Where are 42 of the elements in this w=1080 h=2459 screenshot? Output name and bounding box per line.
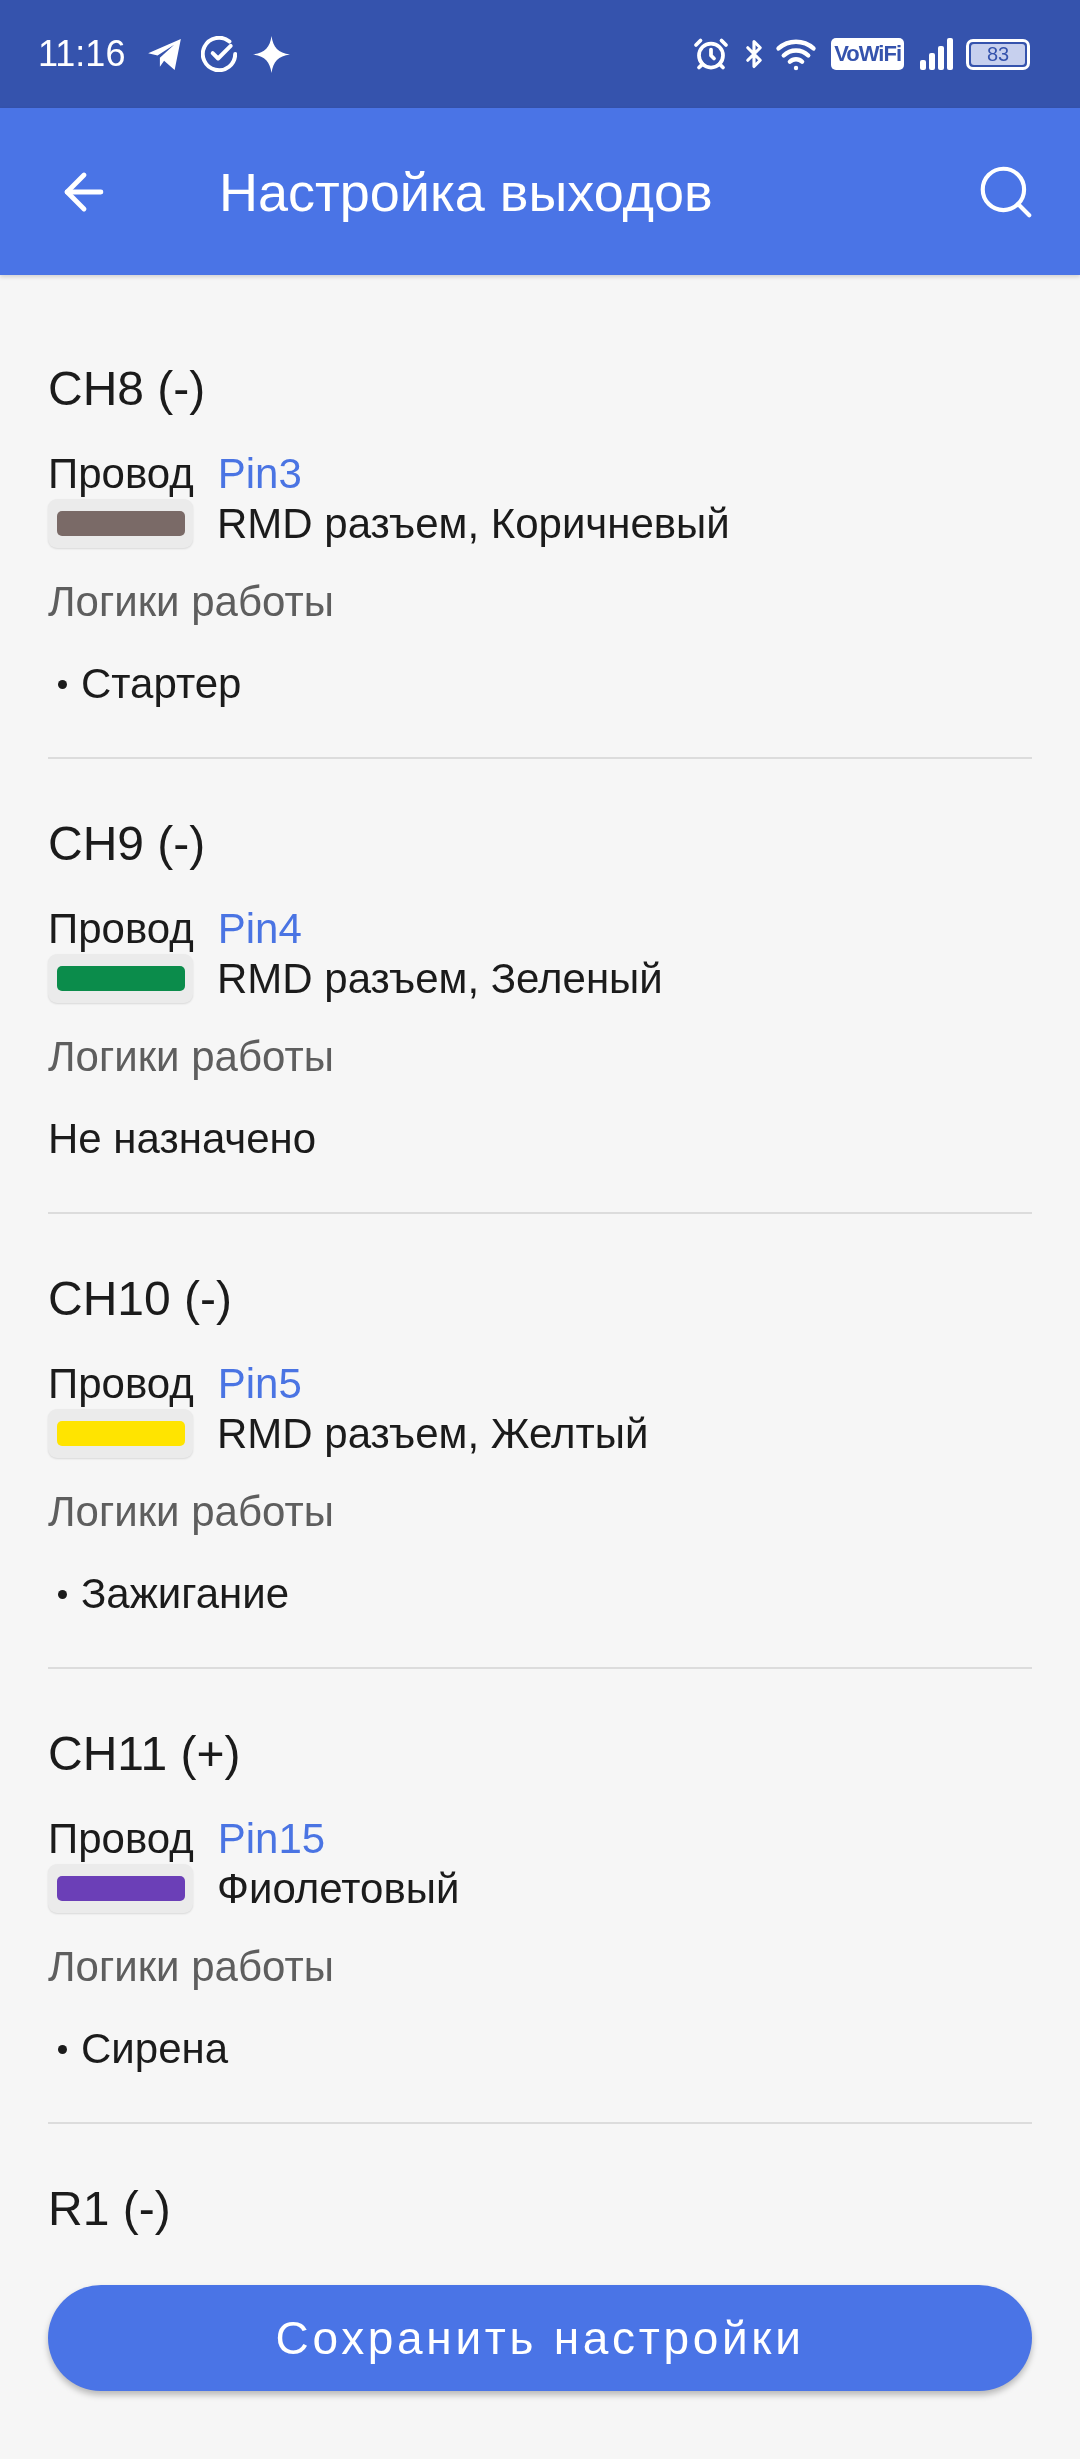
bullet-icon	[58, 2044, 67, 2054]
network-badge: VoWiFi	[831, 38, 904, 70]
logic-label: Логики работы	[48, 577, 335, 627]
channel-title: CH10 (-)	[48, 1271, 233, 1327]
signal-icon	[920, 38, 954, 70]
pin-link[interactable]: Pin15	[217, 1814, 326, 1864]
channel-title: R1 (-)	[48, 2181, 172, 2237]
status-time: 11:16	[38, 34, 126, 74]
check-circle-icon	[201, 36, 238, 72]
channel-title: CH8 (-)	[48, 361, 207, 417]
wire-label: Провод	[48, 904, 194, 954]
wire-description: RMD разъем, Зеленый	[217, 953, 663, 1004]
logic-label: Логики работы	[48, 1032, 335, 1082]
logic-item-text: Сирена	[81, 2024, 229, 2074]
color-swatch-icon	[48, 954, 193, 1003]
channel-title: CH9 (-)	[48, 816, 207, 872]
wire-description: Фиолетовый	[217, 1863, 460, 1914]
wire-label: Провод	[48, 1814, 194, 1864]
paper-plane-icon	[148, 38, 182, 70]
pin-link[interactable]: Pin4	[217, 904, 302, 954]
logic-label: Логики работы	[48, 1942, 335, 1992]
logic-label: Логики работы	[48, 1487, 335, 1537]
logic-item-text: Не назначено	[48, 1114, 317, 1164]
screen-title: Настройка выходов	[219, 160, 713, 224]
bullet-icon	[58, 679, 67, 689]
color-swatch-icon	[48, 1409, 193, 1458]
channel-title: CH11 (+)	[48, 1726, 242, 1782]
color-swatch-icon	[48, 499, 193, 548]
pin-link[interactable]: Pin3	[217, 449, 302, 499]
wire-description: RMD разъем, Коричневый	[217, 498, 730, 549]
logic-item-text: Стартер	[81, 659, 242, 709]
color-swatch-icon	[48, 1864, 193, 1913]
wire-label: Провод	[48, 1359, 194, 1409]
pin-link[interactable]: Pin5	[217, 1359, 302, 1409]
logic-item-text: Зажигание	[81, 1569, 290, 1619]
alarm-icon	[693, 36, 730, 72]
save-settings-button[interactable]: Сохранить настройки	[48, 2285, 1032, 2391]
sparkle-icon	[253, 35, 291, 73]
wire-label: Провод	[48, 449, 194, 499]
bullet-icon	[58, 1589, 67, 1599]
wire-description: RMD разъем, Желтый	[217, 1408, 649, 1459]
battery-percentage: 83	[971, 43, 1025, 65]
